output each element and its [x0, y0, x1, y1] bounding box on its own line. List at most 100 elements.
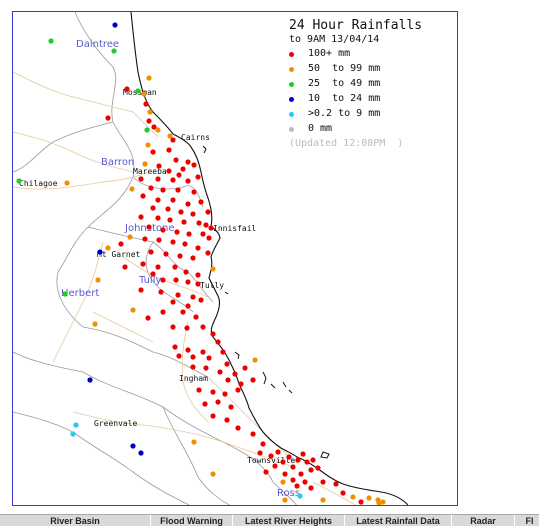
- legend-label: 100+ mm: [308, 48, 351, 59]
- rainfall-station-dot: [294, 483, 300, 489]
- rainfall-station-dot: [135, 88, 141, 94]
- rainfall-station-dot: [290, 477, 296, 483]
- rainfall-station-dot: [290, 464, 296, 470]
- rainfall-station-dot: [170, 299, 176, 305]
- rainfall-station-dot: [302, 479, 308, 485]
- rainfall-station-dot: [297, 493, 303, 499]
- rainfall-station-dot: [124, 86, 130, 92]
- rainfall-station-dot: [263, 469, 269, 475]
- rainfall-station-dot: [140, 193, 146, 199]
- rainfall-station-dot: [358, 499, 364, 505]
- rainfall-station-dot: [130, 307, 136, 313]
- rainfall-station-dot: [138, 214, 144, 220]
- rainfall-station-dot: [196, 220, 202, 226]
- rainfall-station-dot: [180, 309, 186, 315]
- legend-dot-icon: [289, 97, 294, 102]
- place-label: Ingham: [179, 374, 208, 383]
- rainfall-station-dot: [170, 137, 176, 143]
- rainfall-station-dot: [170, 239, 176, 245]
- rainfall-station-dot: [210, 266, 216, 272]
- rainfall-station-dot: [272, 463, 278, 469]
- tab-radar[interactable]: Radar: [452, 515, 515, 526]
- legend-item: 0 mm: [289, 122, 457, 137]
- rainfall-station-dot: [185, 303, 191, 309]
- rainfall-station-dot: [176, 172, 182, 178]
- rainfall-station-dot: [282, 497, 288, 503]
- legend-dot-icon: [289, 127, 294, 132]
- legend-item: >0.2 to 9 mm: [289, 107, 457, 122]
- rainfall-station-dot: [181, 219, 187, 225]
- rainfall-station-dot: [155, 127, 161, 133]
- tab-fl[interactable]: Fl: [515, 515, 539, 526]
- rainfall-station-dot: [16, 178, 22, 184]
- rainfall-station-dot: [224, 417, 230, 423]
- rainfall-station-dot: [190, 211, 196, 217]
- rainfall-station-dot: [160, 277, 166, 283]
- rainfall-station-dot: [222, 391, 228, 397]
- rainfall-station-dot: [308, 485, 314, 491]
- rainfall-station-dot: [163, 251, 169, 257]
- rainfall-station-dot: [308, 467, 314, 473]
- rainfall-station-dot: [184, 325, 190, 331]
- tab-river-basin[interactable]: River Basin: [0, 515, 151, 526]
- rainfall-station-dot: [208, 225, 214, 231]
- rainfall-station-dot: [280, 459, 286, 465]
- rainfall-station-dot: [195, 281, 201, 287]
- rainfall-station-dot: [190, 354, 196, 360]
- rainfall-station-dot: [250, 377, 256, 383]
- rainfall-station-dot: [146, 118, 152, 124]
- rainfall-station-dot: [198, 297, 204, 303]
- rainfall-station-dot: [170, 324, 176, 330]
- rainfall-station-dot: [148, 249, 154, 255]
- rainfall-station-dot: [224, 361, 230, 367]
- rainfall-station-dot: [176, 353, 182, 359]
- rainfall-station-dot: [95, 277, 101, 283]
- rainfall-station-dot: [130, 443, 136, 449]
- rainfall-station-dot: [195, 174, 201, 180]
- tab-latest-river-heights[interactable]: Latest River Heights: [233, 515, 345, 526]
- rainfall-station-dot: [298, 471, 304, 477]
- rainfall-station-dot: [127, 234, 133, 240]
- rainfall-station-dot: [215, 339, 221, 345]
- rainfall-station-dot: [145, 142, 151, 148]
- rainfall-station-dot: [268, 453, 274, 459]
- rainfall-station-dot: [144, 127, 150, 133]
- legend-dot-icon: [289, 82, 294, 87]
- rainfall-station-dot: [87, 377, 93, 383]
- rainfall-station-dot: [165, 206, 171, 212]
- rainfall-station-dot: [155, 176, 161, 182]
- rainfall-station-dot: [205, 209, 211, 215]
- place-label: Mareeba: [133, 167, 167, 176]
- rainfall-station-dot: [257, 450, 263, 456]
- place-label: Greenvale: [94, 419, 138, 428]
- rainfall-station-dot: [160, 309, 166, 315]
- rainfall-station-dot: [182, 241, 188, 247]
- rainfall-station-dot: [206, 355, 212, 361]
- rainfall-station-dot: [167, 217, 173, 223]
- rainfall-station-dot: [105, 115, 111, 121]
- rainfall-station-dot: [310, 457, 316, 463]
- rainfall-station-dot: [203, 365, 209, 371]
- rainfall-station-dot: [295, 457, 301, 463]
- legend-item: 10 to 24 mm: [289, 92, 457, 107]
- rainfall-station-dot: [138, 176, 144, 182]
- rainfall-station-dot: [220, 349, 226, 355]
- basin-boundaries: [13, 12, 297, 505]
- rainfall-station-dot: [138, 450, 144, 456]
- rainfall-station-dot: [174, 229, 180, 235]
- rainfall-station-dot: [191, 439, 197, 445]
- rainfall-station-dot: [122, 264, 128, 270]
- rainfall-station-dot: [228, 404, 234, 410]
- rainfall-station-dot: [111, 48, 117, 54]
- rainfall-station-dot: [140, 261, 146, 267]
- tab-latest-rainfall-data[interactable]: Latest Rainfall Data: [345, 515, 452, 526]
- rainfall-station-dot: [129, 186, 135, 192]
- rainfall-station-dot: [225, 377, 231, 383]
- rainfall-station-dot: [92, 321, 98, 327]
- rainfall-station-dot: [210, 413, 216, 419]
- basin-label: Daintree: [76, 39, 119, 50]
- rainfall-station-dot: [156, 237, 162, 243]
- tab-flood-warning[interactable]: Flood Warning: [151, 515, 233, 526]
- rainfall-station-dot: [366, 495, 372, 501]
- rainfall-station-dot: [158, 289, 164, 295]
